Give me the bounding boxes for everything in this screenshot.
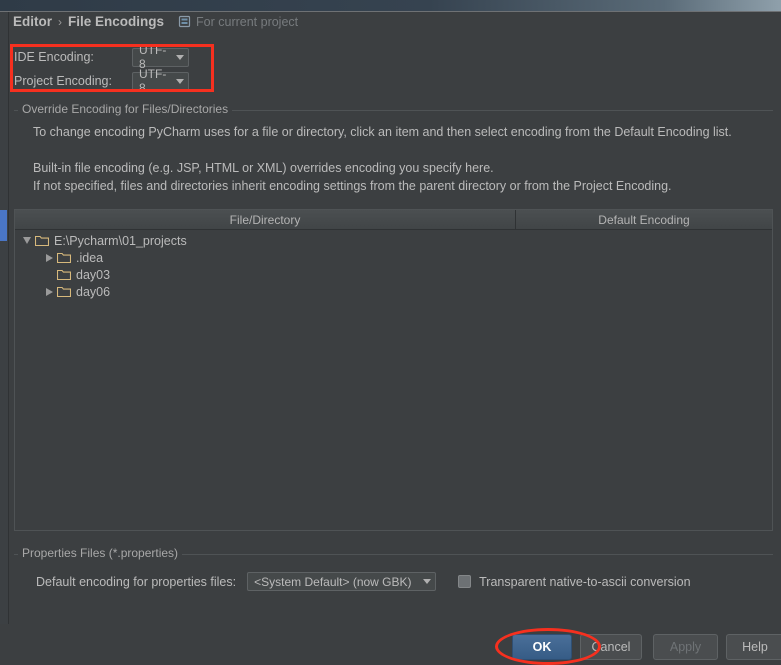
scope-label: For current project (196, 14, 299, 29)
project-encoding-dropdown[interactable]: UTF-8 (132, 67, 189, 95)
project-encoding-label: Project Encoding: (14, 74, 112, 88)
chevron-down-icon (176, 54, 184, 60)
apply-button[interactable]: Apply (653, 634, 718, 660)
cancel-button[interactable]: Cancel (580, 634, 642, 660)
override-description-line-1: To change encoding PyCharm uses for a fi… (33, 125, 732, 139)
chevron-down-icon (176, 78, 184, 84)
table-row[interactable]: day03 (15, 266, 772, 283)
file-encoding-table[interactable]: File/Directory Default Encoding E:\Pycha… (14, 209, 773, 531)
table-row[interactable]: day06 (15, 283, 772, 300)
breadcrumb-parent[interactable]: Editor (13, 14, 52, 29)
override-group-title: Override Encoding for Files/Directories (18, 102, 233, 116)
tree-expander-icon[interactable] (19, 237, 35, 244)
chevron-down-icon (423, 579, 432, 584)
properties-default-encoding-row: Default encoding for properties files: <… (36, 572, 691, 591)
folder-icon (57, 269, 71, 280)
ide-encoding-label: IDE Encoding: (14, 50, 94, 64)
table-row[interactable]: .idea (15, 249, 772, 266)
ide-encoding-row: IDE Encoding: UTF-8 (14, 43, 189, 71)
file-tree[interactable]: E:\Pycharm\01_projects .idea day03 day06 (15, 230, 772, 300)
project-encoding-row: Project Encoding: UTF-8 (14, 67, 189, 95)
properties-encoding-value: <System Default> (now GBK) (254, 574, 412, 589)
tree-node-label: E:\Pycharm\01_projects (54, 233, 187, 248)
transparent-conversion-checkbox-row[interactable]: Transparent native-to-ascii conversion (458, 574, 691, 589)
help-button[interactable]: Help (726, 634, 781, 660)
folder-icon (35, 235, 49, 246)
folder-icon (57, 286, 71, 297)
table-header-row: File/Directory Default Encoding (15, 210, 772, 230)
sidebar-selection-indicator (0, 210, 7, 241)
ide-encoding-dropdown[interactable]: UTF-8 (132, 43, 189, 71)
override-description-line-3: If not specified, files and directories … (33, 179, 672, 193)
tree-node-label: day03 (76, 267, 111, 282)
page-title: File Encodings (68, 14, 165, 29)
folder-icon (57, 252, 71, 263)
project-encoding-value: UTF-8 (139, 67, 167, 95)
settings-sidebar-gutter (0, 12, 8, 663)
override-description-line-2: Built-in file encoding (e.g. JSP, HTML o… (33, 161, 494, 175)
properties-encoding-label: Default encoding for properties files: (36, 574, 237, 589)
module-settings-icon (178, 15, 191, 28)
breadcrumb: Editor › File Encodings For current proj… (13, 14, 298, 29)
properties-encoding-dropdown[interactable]: <System Default> (now GBK) (247, 572, 437, 591)
tree-node-label: day06 (76, 284, 111, 299)
column-header-file-directory[interactable]: File/Directory (15, 210, 516, 229)
tree-expander-icon[interactable] (41, 253, 57, 262)
breadcrumb-separator-icon: › (58, 14, 62, 29)
window-titlebar (0, 0, 781, 11)
scope-indicator: For current project (178, 15, 298, 29)
table-row[interactable]: E:\Pycharm\01_projects (15, 232, 772, 249)
ok-button[interactable]: OK (512, 634, 572, 660)
properties-group-title: Properties Files (*.properties) (18, 546, 183, 560)
column-header-default-encoding[interactable]: Default Encoding (516, 210, 772, 229)
tree-expander-icon[interactable] (41, 287, 57, 296)
transparent-conversion-checkbox[interactable] (458, 575, 472, 588)
transparent-conversion-label: Transparent native-to-ascii conversion (479, 574, 691, 589)
tree-node-label: .idea (76, 250, 104, 265)
